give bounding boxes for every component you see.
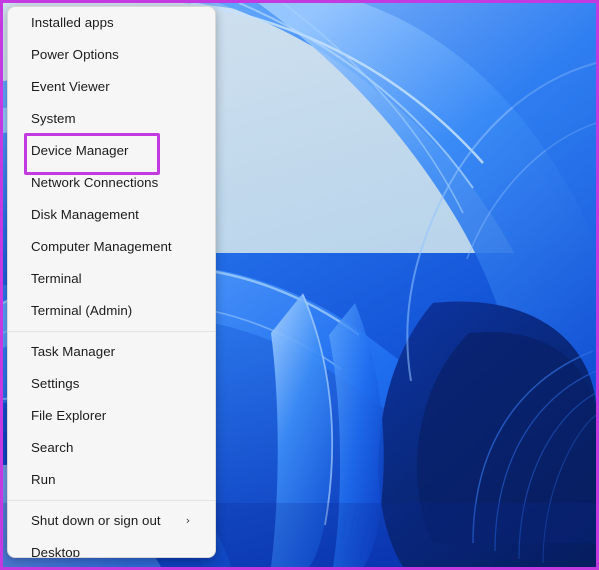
menu-item-label: Run bbox=[31, 472, 56, 487]
menu-item-label: Disk Management bbox=[31, 207, 139, 222]
menu-item-installed-apps[interactable]: Installed apps bbox=[8, 7, 215, 39]
menu-group-system-tools: Installed apps Power Options Event Viewe… bbox=[8, 7, 215, 327]
menu-item-task-manager[interactable]: Task Manager bbox=[8, 336, 215, 368]
menu-item-system[interactable]: System bbox=[8, 103, 215, 135]
menu-item-disk-management[interactable]: Disk Management bbox=[8, 199, 215, 231]
menu-item-label: Desktop bbox=[31, 545, 81, 558]
menu-item-shut-down-or-sign-out[interactable]: Shut down or sign out › bbox=[8, 505, 215, 537]
menu-item-network-connections[interactable]: Network Connections bbox=[8, 167, 215, 199]
menu-item-label: Terminal (Admin) bbox=[31, 303, 133, 318]
menu-item-label: Search bbox=[31, 440, 74, 455]
menu-item-label: Network Connections bbox=[31, 175, 159, 190]
win-x-context-menu[interactable]: Installed apps Power Options Event Viewe… bbox=[7, 6, 216, 558]
menu-item-label: Settings bbox=[31, 376, 80, 391]
menu-item-label: Device Manager bbox=[31, 143, 129, 158]
menu-item-desktop[interactable]: Desktop bbox=[8, 537, 215, 558]
menu-item-device-manager[interactable]: Device Manager bbox=[8, 135, 215, 167]
menu-item-label: System bbox=[31, 111, 76, 126]
menu-item-terminal[interactable]: Terminal bbox=[8, 263, 215, 295]
menu-item-label: Terminal bbox=[31, 271, 82, 286]
menu-item-search[interactable]: Search bbox=[8, 432, 215, 464]
menu-item-computer-management[interactable]: Computer Management bbox=[8, 231, 215, 263]
menu-item-label: File Explorer bbox=[31, 408, 107, 423]
menu-separator-1 bbox=[8, 331, 215, 332]
menu-group-session: Shut down or sign out › Desktop bbox=[8, 505, 215, 558]
screenshot-root: Installed apps Power Options Event Viewe… bbox=[0, 0, 599, 570]
menu-separator-2 bbox=[8, 500, 215, 501]
menu-group-shell-tools: Task Manager Settings File Explorer Sear… bbox=[8, 336, 215, 496]
chevron-right-icon: › bbox=[185, 514, 191, 527]
menu-item-event-viewer[interactable]: Event Viewer bbox=[8, 71, 215, 103]
menu-item-label: Computer Management bbox=[31, 239, 172, 254]
menu-item-label: Installed apps bbox=[31, 15, 114, 30]
menu-item-power-options[interactable]: Power Options bbox=[8, 39, 215, 71]
menu-item-label: Event Viewer bbox=[31, 79, 110, 94]
menu-item-label: Power Options bbox=[31, 47, 119, 62]
menu-item-settings[interactable]: Settings bbox=[8, 368, 215, 400]
menu-item-label: Shut down or sign out bbox=[31, 513, 161, 528]
menu-item-run[interactable]: Run bbox=[8, 464, 215, 496]
menu-item-label: Task Manager bbox=[31, 344, 116, 359]
menu-item-terminal-admin[interactable]: Terminal (Admin) bbox=[8, 295, 215, 327]
menu-item-file-explorer[interactable]: File Explorer bbox=[8, 400, 215, 432]
